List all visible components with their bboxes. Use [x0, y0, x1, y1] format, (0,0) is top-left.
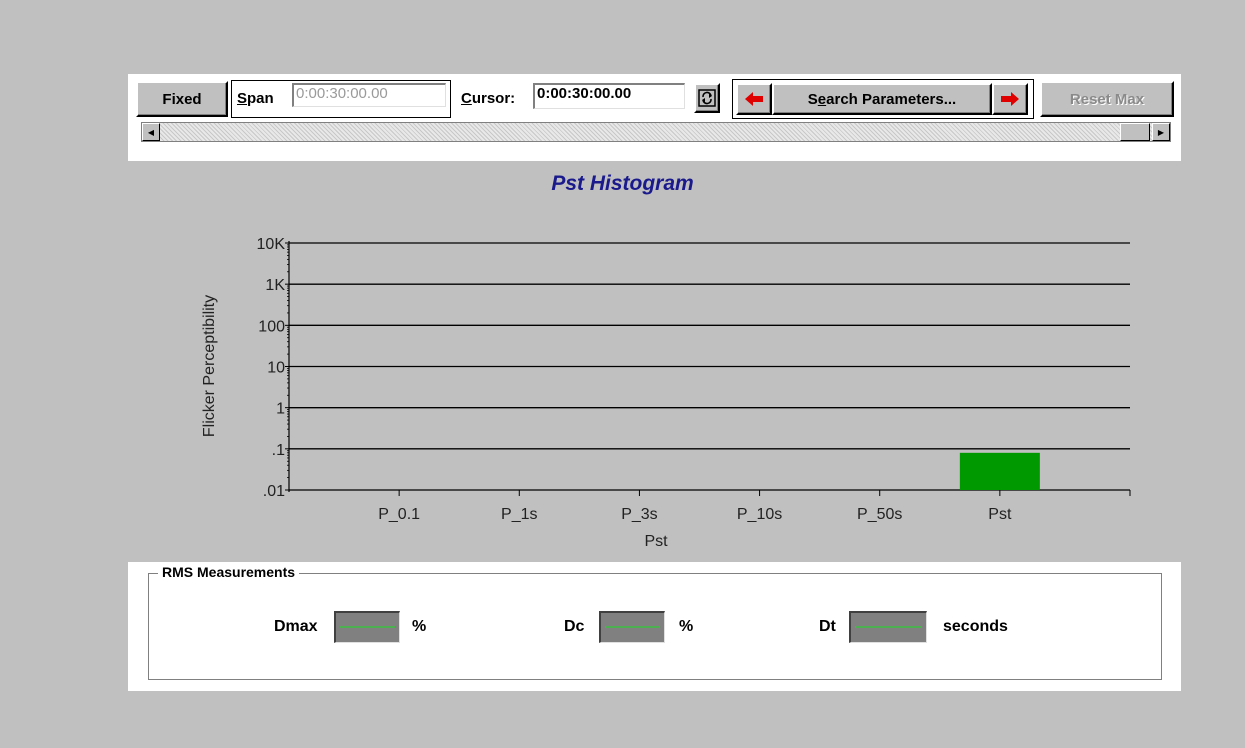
x-tick-label: P_3s — [621, 506, 657, 523]
x-tick-label: P_50s — [857, 506, 902, 523]
y-tick-label: 10 — [267, 360, 285, 377]
dc-label: Dc — [564, 618, 585, 635]
pst-histogram-chart: .01 .1 1 10 100 1K 10K P_0.1 P_1s P_3s P_10s P_50s… — [201, 236, 1131, 550]
y-tick-labels: .01 .1 1 10 100 1K 10K — [257, 236, 286, 500]
y-tick-label: 1 — [276, 401, 285, 418]
x-tick-label: Pst — [988, 506, 1012, 523]
y-tick-label: .1 — [272, 442, 285, 459]
dt-meter — [849, 611, 927, 643]
x-axis-label: Pst — [644, 533, 668, 550]
rms-measurements-title: RMS Measurements — [158, 564, 300, 580]
x-tick-label: P_10s — [737, 506, 782, 523]
x-tick-labels: P_0.1 P_1s P_3s P_10s P_50s Pst — [378, 506, 1012, 523]
dmax-unit: % — [412, 618, 427, 635]
y-tick-label: .01 — [263, 483, 285, 500]
y-tick-label: 10K — [257, 236, 286, 253]
x-tick-label: P_1s — [501, 506, 537, 523]
gridlines — [289, 242, 1130, 450]
y-tick-label: 100 — [258, 318, 285, 335]
dc-unit: % — [679, 618, 694, 635]
dmax-label: Dmax — [274, 618, 318, 635]
y-axis-label: Flicker Perceptibility — [201, 295, 218, 437]
dt-label: Dt — [819, 618, 836, 635]
x-tick-label: P_0.1 — [378, 506, 420, 523]
y-tick-label: 1K — [265, 277, 285, 294]
dc-meter — [599, 611, 665, 643]
bars — [959, 452, 1040, 490]
dt-unit: seconds — [943, 618, 1008, 635]
bar-pst — [959, 452, 1040, 490]
dmax-meter — [334, 611, 400, 643]
